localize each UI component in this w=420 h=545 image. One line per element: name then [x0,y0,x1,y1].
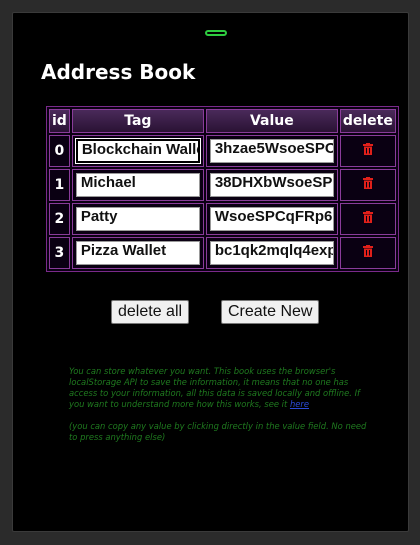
row-id: 3 [49,237,70,269]
trash-icon[interactable] [362,211,374,223]
info-copy-hint: (you can copy any value by clicking dire… [69,421,367,442]
table-row: 0 Blockchain Wallet 3hzae5WsoeSPCqFRp6 [49,135,396,167]
value-cell: 3hzae5WsoeSPCqFRp6 [205,135,338,167]
value-cell: WsoeSPCqFRp6 [205,203,338,235]
table-row: 2 Patty WsoeSPCqFRp6 [49,203,396,235]
table-row: 1 Michael 38DHXbWsoeSPCqFRp6 [49,169,396,201]
value-cell: bc1qk2mqlq4exp [205,237,338,269]
info-link[interactable]: here [290,399,309,409]
value-input[interactable]: bc1qk2mqlq4exp [209,241,334,265]
address-table: id Tag Value delete 0 Blockchain Wallet … [46,106,399,272]
tag-cell: Michael [71,169,204,201]
value-input[interactable]: 38DHXbWsoeSPCqFRp6 [209,173,334,197]
table-header-row: id Tag Value delete [49,109,396,133]
tag-input[interactable]: Michael [75,173,200,197]
row-id: 1 [49,169,70,201]
value-input[interactable]: 3hzae5WsoeSPCqFRp6 [209,139,334,163]
delete-cell [339,237,396,269]
row-id: 0 [49,135,70,167]
tag-cell: Blockchain Wallet [71,135,204,167]
trash-icon[interactable] [362,177,374,189]
tag-input[interactable]: Patty [75,207,200,231]
delete-all-button[interactable]: delete all [111,300,190,324]
tag-cell: Patty [71,203,204,235]
create-new-button[interactable]: Create New [221,300,320,324]
column-header-id: id [49,109,70,133]
tag-input[interactable]: Blockchain Wallet [74,138,201,164]
address-book-panel: Address Book id Tag Value delete 0 Block… [12,12,409,532]
trash-icon[interactable] [362,143,374,155]
delete-cell [339,203,396,235]
trash-icon[interactable] [362,245,374,257]
column-header-delete: delete [339,109,396,133]
info-paragraph: You can store whatever you want. This bo… [69,366,369,410]
column-header-value: Value [205,109,338,133]
drag-handle-icon[interactable] [205,30,227,36]
tag-input[interactable]: Pizza Wallet [75,241,200,265]
info-description: You can store whatever you want. This bo… [69,366,361,409]
value-input[interactable]: WsoeSPCqFRp6 [209,207,334,231]
tag-cell: Pizza Wallet [71,237,204,269]
column-header-tag: Tag [71,109,204,133]
page-title: Address Book [41,60,196,84]
delete-cell [339,169,396,201]
value-cell: 38DHXbWsoeSPCqFRp6 [205,169,338,201]
row-id: 2 [49,203,70,235]
delete-cell [339,135,396,167]
table-row: 3 Pizza Wallet bc1qk2mqlq4exp [49,237,396,269]
info-text: You can store whatever you want. This bo… [69,366,369,454]
